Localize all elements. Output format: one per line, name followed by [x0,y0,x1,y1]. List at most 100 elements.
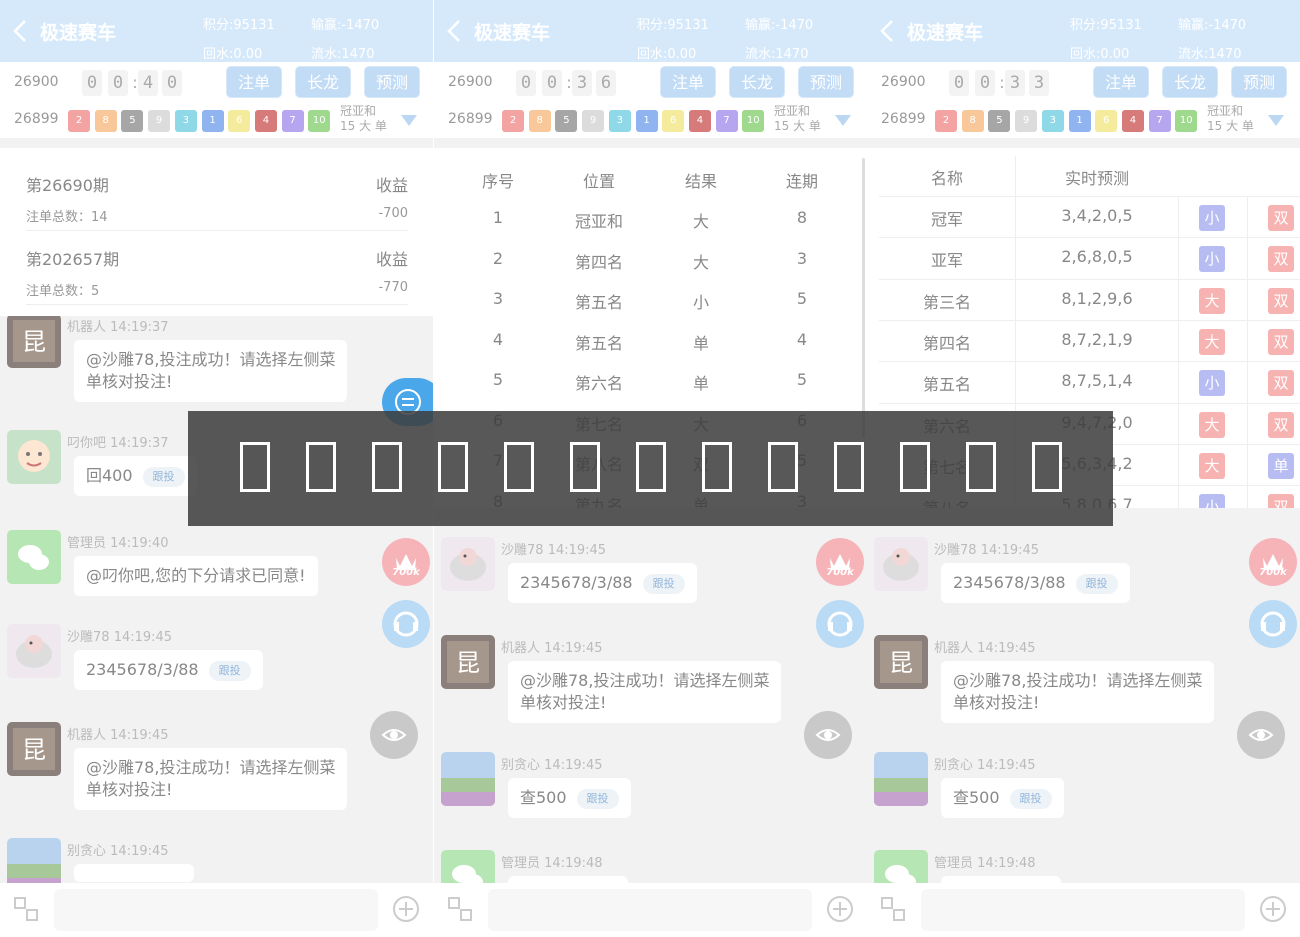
sum-info-line1: 冠亚和 [774,104,811,118]
back-arrow-icon[interactable] [877,18,899,44]
message-bubble[interactable]: 2345678/3/88 跟投 [941,563,1130,603]
message-input[interactable] [488,889,812,931]
add-more-icon[interactable] [826,895,854,923]
user-avatar[interactable] [7,430,61,484]
user-avatar[interactable] [7,838,61,883]
user-avatar[interactable] [7,624,61,678]
follow-bet-button[interactable]: 跟投 [576,788,619,809]
user-avatar[interactable] [874,537,928,591]
message-input[interactable] [921,889,1245,931]
table-grid-line [1178,196,1179,508]
sum-info: 冠亚和 15 大 单 [774,104,821,134]
message-bubble[interactable]: @沙雕78,投注成功！请选择左侧菜 单核对投注! [941,661,1215,723]
user-avatar[interactable] [7,530,61,584]
user-avatar[interactable]: 昆 [874,635,928,689]
follow-bet-button[interactable]: 跟投 [208,660,251,681]
predict-button[interactable]: 预测 [798,66,854,98]
message-bubble[interactable]: 回400 跟投 [74,456,197,496]
crown-700k-button[interactable]: 700k [382,538,430,586]
follow-bet-button[interactable]: 跟投 [142,466,185,487]
user-avatar[interactable]: 昆 [7,722,61,776]
bet-record-button[interactable]: 注单 [226,66,282,98]
switch-menu-icon[interactable] [446,895,474,923]
missing-glyph-box [306,442,336,492]
result-ball: 7 [715,110,738,132]
predict-button[interactable]: 预测 [1231,66,1287,98]
summary-count: 注单总数：5 [26,284,100,299]
message-bubble[interactable]: 2345678/3/88 跟投 [74,650,263,690]
user-avatar[interactable] [874,752,928,806]
user-avatar[interactable] [874,850,928,883]
predict-size-tag: 大 [1199,287,1225,314]
switch-menu-icon[interactable] [12,895,40,923]
chat-message: 昆 机器人 14:19:45 @沙雕78,投注成功！请选择左侧菜 单核对投注! [867,635,1300,745]
result-ball: 2 [935,110,957,132]
crown-700k-button[interactable]: 700k [1249,538,1297,586]
message-bubble[interactable] [508,876,628,883]
message-bubble[interactable]: @沙雕78,投注成功！请选择左侧菜 单核对投注! [74,340,348,402]
message-bubble[interactable] [74,864,194,882]
dragon-table-cell: 单 [692,333,709,353]
bet-record-button[interactable]: 注单 [660,66,716,98]
message-bubble[interactable]: 查500 跟投 [508,778,631,818]
eye-toggle-icon[interactable] [1237,711,1285,759]
message-bubble[interactable]: @沙雕78,投注成功！请选择左侧菜 单核对投注! [74,748,348,810]
countdown-digit: 3 [1005,70,1025,96]
add-more-icon[interactable] [392,895,420,923]
user-avatar[interactable] [441,537,495,591]
add-more-icon[interactable] [1259,895,1287,923]
message-bubble[interactable] [941,876,1061,883]
dragon-table-cell: 1 [492,208,504,227]
eye-toggle-icon[interactable] [804,711,852,759]
predict-button[interactable]: 预测 [364,66,420,98]
message-meta: 机器人 14:19:45 [501,637,603,656]
top-header: 极速赛车 积分:95131 输赢:-1470 回水:0.00 流水:1470 [0,0,433,62]
follow-bet-button[interactable]: 跟投 [642,573,685,594]
follow-bet-button[interactable]: 跟投 [1009,788,1052,809]
customer-service-icon[interactable] [1249,600,1297,648]
dragon-button[interactable]: 长龙 [1162,66,1218,98]
chat-message: 别贪心 14:19:45 查500 跟投 [867,752,1300,862]
missing-glyph-box [240,442,270,492]
result-ball: 3 [174,110,197,132]
expand-triangle-icon[interactable] [1268,112,1284,126]
message-bubble[interactable]: @沙雕78,投注成功！请选择左侧菜 单核对投注! [508,661,782,723]
message-bubble[interactable]: 查500 跟投 [941,778,1064,818]
dragon-button[interactable]: 长龙 [729,66,785,98]
summary-value: -700 [378,206,408,221]
bet-record-button[interactable]: 注单 [1093,66,1149,98]
expand-triangle-icon[interactable] [401,112,417,126]
message-text: 查500 [953,788,1000,807]
user-avatar[interactable]: 昆 [441,635,495,689]
message-time: 14:19:45 [977,641,1036,656]
user-avatar[interactable]: 昆 [7,314,61,368]
chat-message: 沙雕78 14:19:45 2345678/3/88 跟投 [434,537,867,647]
customer-service-icon[interactable] [382,600,430,648]
back-arrow-icon[interactable] [10,18,32,44]
message-input[interactable] [54,889,378,931]
dragon-button[interactable]: 长龙 [295,66,351,98]
app-title: 极速赛车 [474,22,551,44]
chat-message: 别贪心 14:19:45 查500 跟投 [434,752,867,862]
user-avatar[interactable] [441,850,495,883]
user-avatar[interactable] [441,752,495,806]
customer-service-icon[interactable] [816,600,864,648]
switch-menu-icon[interactable] [879,895,907,923]
predict-parity-tag: 双 [1268,411,1294,438]
crown-700k-button[interactable]: 700k [816,538,864,586]
message-username: 机器人 [501,641,541,656]
predict-numbers: 8,7,5,1,4 [1061,371,1133,391]
missing-glyph-box [768,442,798,492]
result-ball: 10 [308,110,331,132]
follow-bet-button[interactable]: 跟投 [1075,573,1118,594]
dragon-table-cell: 第六名 [574,374,623,393]
eye-toggle-icon[interactable] [370,711,418,759]
back-arrow-icon[interactable] [444,18,466,44]
table-scrollbar[interactable] [862,158,865,438]
sum-info: 冠亚和 15 大 单 [1207,104,1254,134]
expand-triangle-icon[interactable] [835,112,851,126]
dragon-table-header: 连期 [785,172,818,191]
message-meta: 叼你吧 14:19:37 [67,432,169,451]
message-bubble[interactable]: @叼你吧,您的下分请求已同意! [74,556,318,596]
message-bubble[interactable]: 2345678/3/88 跟投 [508,563,697,603]
